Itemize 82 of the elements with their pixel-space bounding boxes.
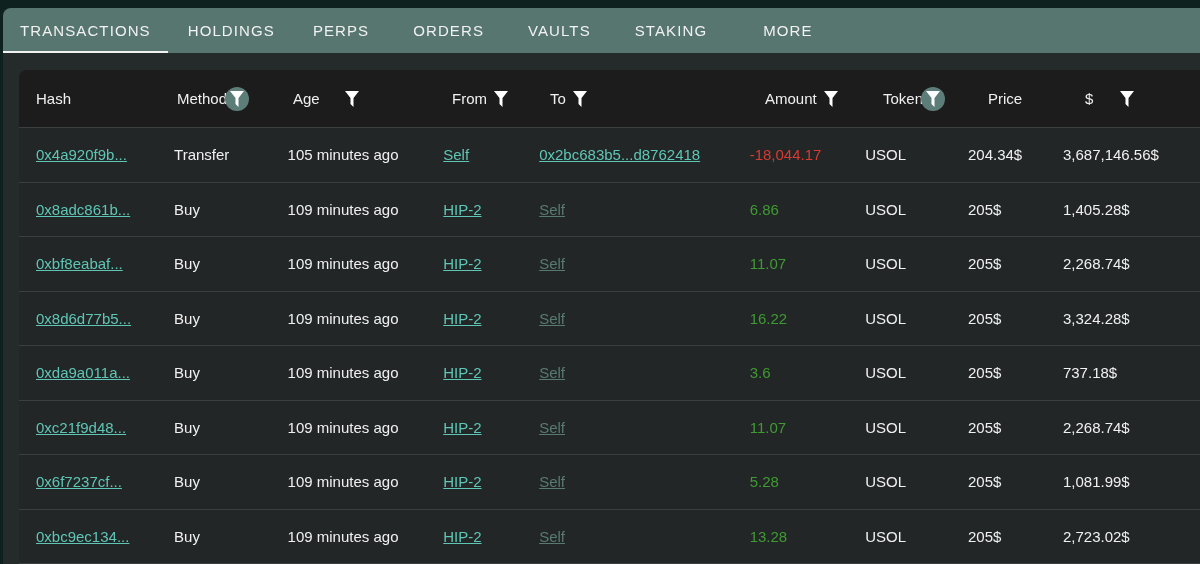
amount-text: 16.22: [749, 309, 788, 327]
tab[interactable]: HOLDINGS: [169, 8, 293, 53]
address-link[interactable]: HIP-2: [443, 364, 482, 382]
method-text: Buy: [174, 309, 200, 327]
price-text: 205$: [968, 418, 1002, 436]
method-text: Buy: [174, 364, 200, 382]
method-text: Transfer: [174, 146, 230, 164]
hash-link[interactable]: 0xbc9ec134...: [36, 527, 130, 545]
value-text: 2,268.74$: [1062, 418, 1130, 436]
method-text: Buy: [174, 418, 200, 436]
column-label: $: [1085, 90, 1094, 107]
token-text: USOL: [865, 418, 907, 436]
value-text: 737.18$: [1062, 364, 1118, 382]
age-text: 109 minutes ago: [287, 309, 399, 327]
value-text: 2,723.02$: [1062, 527, 1130, 545]
column-label: Method: [177, 90, 228, 107]
address-link[interactable]: HIP-2: [443, 473, 482, 491]
method-text: Buy: [174, 527, 200, 545]
amount-text: 13.28: [749, 527, 788, 545]
hash-link[interactable]: 0x4a920f9b...: [36, 146, 127, 164]
price-text: 205$: [968, 364, 1002, 382]
age-text: 109 minutes ago: [287, 473, 399, 491]
token-text: USOL: [865, 255, 907, 273]
tab[interactable]: MORE: [745, 8, 831, 53]
amount-text: 3.6: [749, 364, 771, 382]
token-text: USOL: [865, 364, 907, 382]
token-text: USOL: [865, 473, 907, 491]
price-text: 205$: [968, 473, 1002, 491]
hash-link[interactable]: 0x8adc861b...: [36, 200, 131, 218]
hash-link[interactable]: 0x8d6d77b5...: [36, 309, 132, 327]
amount-text: 11.07: [749, 418, 787, 436]
age-text: 109 minutes ago: [287, 364, 399, 382]
value-text: 2,268.74$: [1062, 255, 1130, 273]
amount-text: -18,044.17: [749, 146, 822, 164]
value-text: 3,324.28$: [1062, 309, 1130, 327]
tab[interactable]: VAULTS: [510, 8, 609, 53]
age-text: 109 minutes ago: [287, 255, 399, 273]
address-link[interactable]: 0x2bc683b5...d8762418: [539, 146, 701, 164]
column-label: From: [452, 90, 487, 107]
address-link[interactable]: HIP-2: [443, 200, 482, 218]
address-link[interactable]: HIP-2: [443, 309, 482, 327]
column-label: Hash: [36, 90, 72, 107]
amount-text: 6.86: [749, 200, 779, 218]
filter-icon[interactable]: [225, 86, 250, 111]
token-text: USOL: [865, 527, 907, 545]
value-text: 1,405.28$: [1062, 200, 1130, 218]
price-text: 205$: [968, 255, 1002, 273]
column-label: To: [550, 90, 566, 107]
price-text: 205$: [968, 309, 1002, 327]
tab[interactable]: PERPS: [294, 8, 388, 53]
filter-icon[interactable]: [921, 86, 946, 111]
price-text: 205$: [968, 527, 1002, 545]
tab[interactable]: STAKING: [616, 8, 726, 53]
column-label: Amount: [765, 90, 817, 107]
address-link[interactable]: HIP-2: [443, 255, 482, 273]
address-link[interactable]: Self: [443, 146, 470, 164]
address-link[interactable]: HIP-2: [443, 418, 482, 436]
value-text: 3,687,146.56$: [1062, 146, 1159, 164]
price-text: 205$: [968, 200, 1002, 218]
hash-link[interactable]: 0xda9a011a...: [36, 364, 130, 382]
hash-link[interactable]: 0xc21f9d48...: [36, 418, 127, 436]
age-text: 109 minutes ago: [287, 200, 399, 218]
method-text: Buy: [174, 255, 200, 273]
address-link[interactable]: HIP-2: [443, 527, 482, 545]
column-label: Age: [293, 90, 320, 107]
token-text: USOL: [865, 146, 907, 164]
token-text: USOL: [865, 309, 907, 327]
token-text: USOL: [865, 200, 907, 218]
column-label: Token: [883, 90, 924, 107]
age-text: 109 minutes ago: [287, 418, 399, 436]
hash-link[interactable]: 0xbf8eabaf...: [36, 255, 123, 273]
price-text: 204.34$: [968, 146, 1023, 164]
method-text: Buy: [174, 200, 200, 218]
hash-link[interactable]: 0x6f7237cf...: [36, 473, 122, 491]
value-text: 1,081.99$: [1062, 473, 1130, 491]
column-label: Price: [988, 90, 1023, 107]
amount-text: 11.07: [749, 255, 787, 273]
amount-text: 5.28: [749, 473, 779, 491]
tab[interactable]: ORDERS: [395, 8, 502, 53]
method-text: Buy: [174, 473, 200, 491]
age-text: 109 minutes ago: [287, 527, 399, 545]
age-text: 105 minutes ago: [287, 146, 399, 164]
